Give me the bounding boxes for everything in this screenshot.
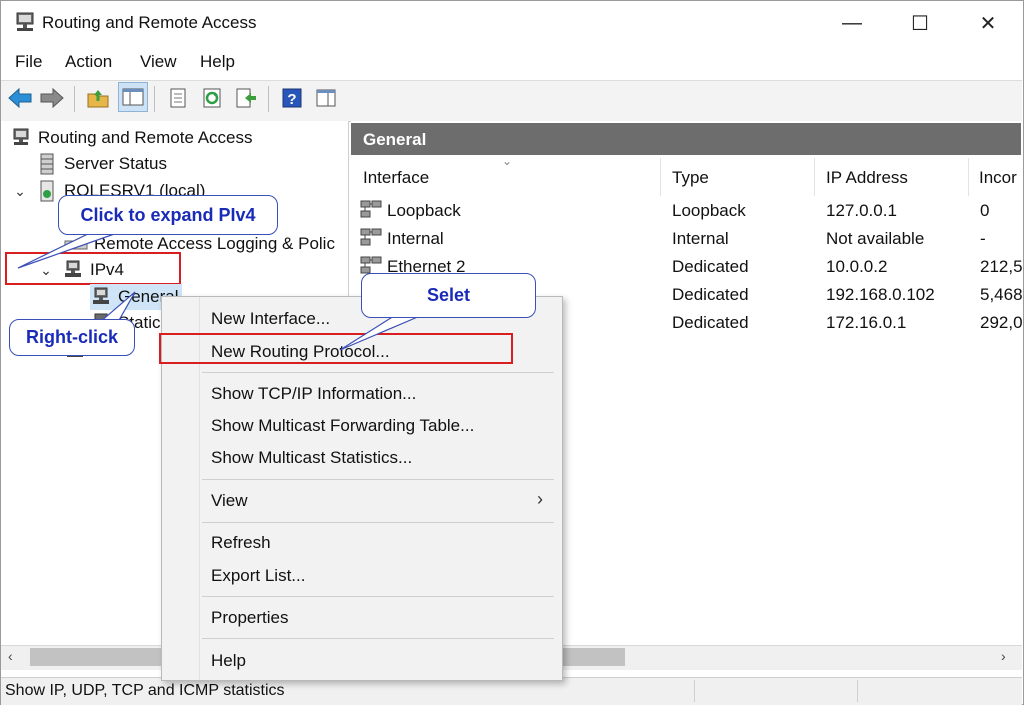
callout-expand-ipv4: Click to expand PIv4 bbox=[58, 195, 278, 235]
expand-callout-pointer bbox=[17, 231, 121, 269]
right-click-callout-pointer bbox=[98, 291, 136, 323]
callout-select: Selet bbox=[361, 273, 536, 318]
annotation-pointers bbox=[17, 231, 421, 351]
callout-right-click: Right-click bbox=[9, 319, 135, 356]
select-callout-pointer bbox=[339, 315, 421, 351]
